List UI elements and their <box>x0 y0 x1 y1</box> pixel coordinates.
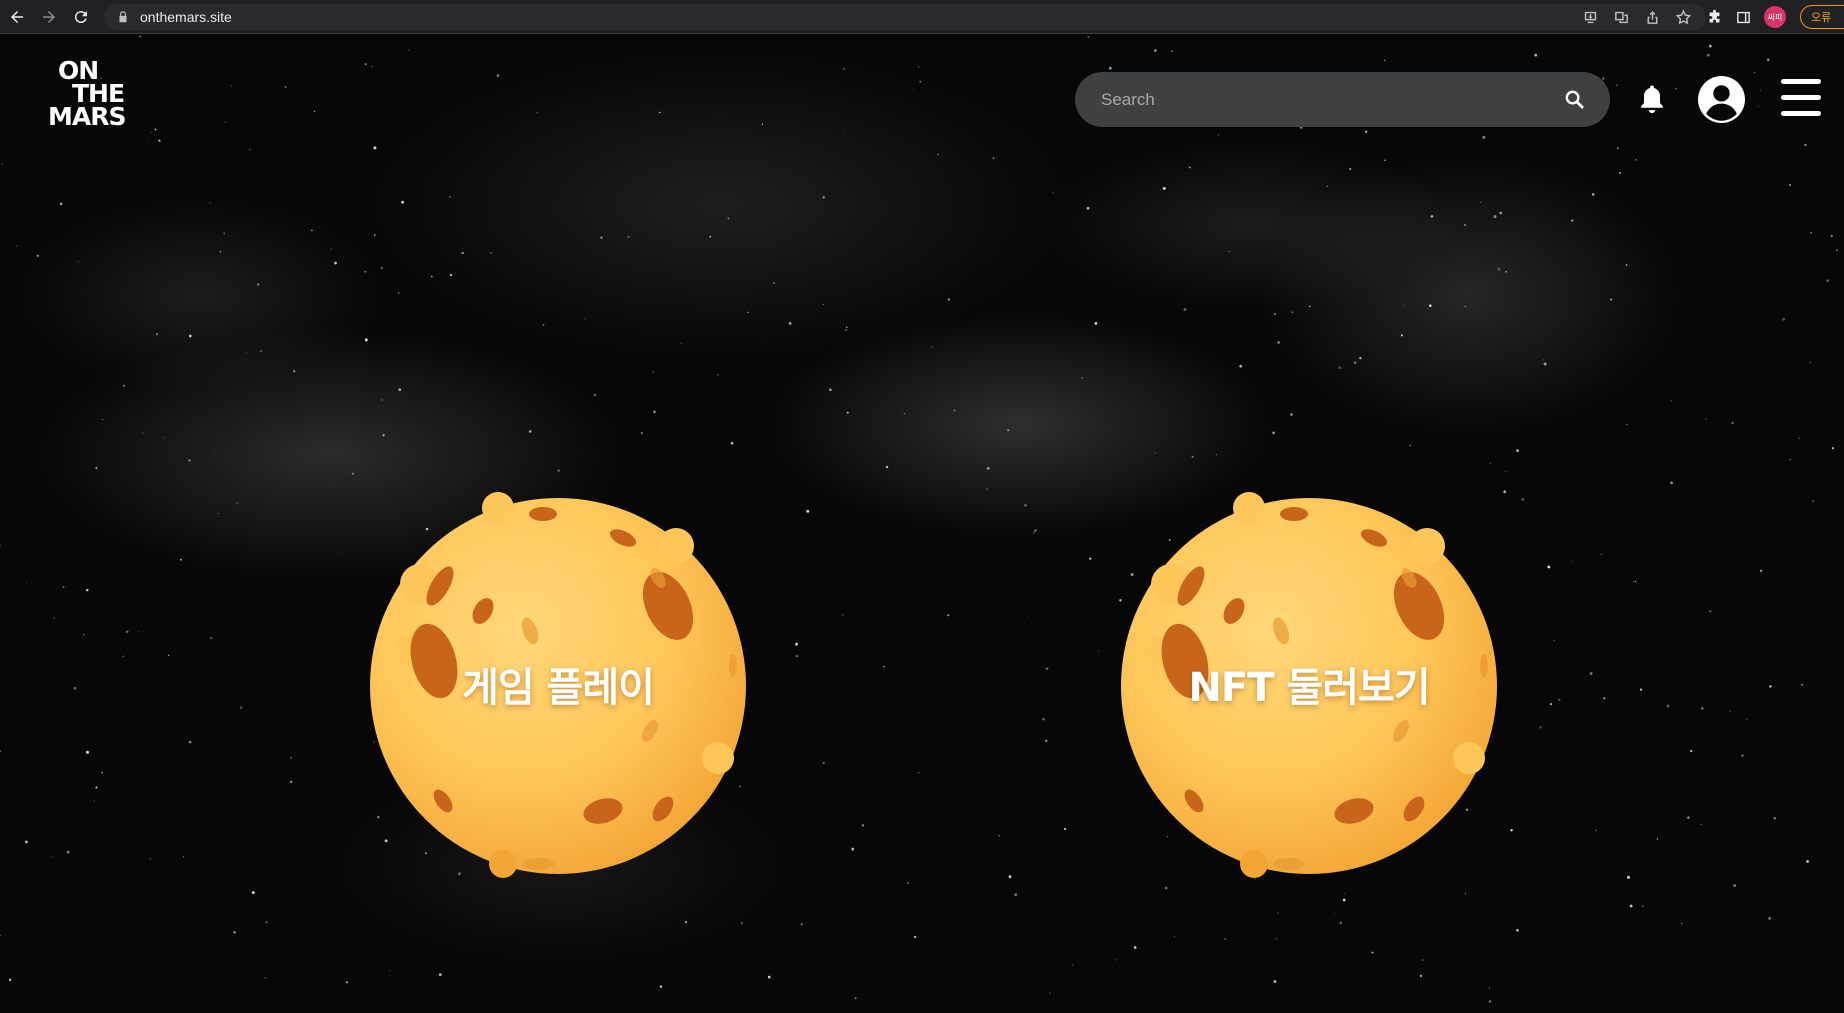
starfield <box>0 35 1839 1003</box>
address-bar[interactable]: onthemars.site <box>104 4 1706 30</box>
extensions-icon[interactable] <box>1706 9 1723 26</box>
page-background: ON THE MARS Search 게임 플레이 NFT 둘러보기 <box>0 35 1844 1013</box>
notification-bell-icon[interactable] <box>1637 83 1667 115</box>
logo-line-mars: MARS <box>48 102 126 131</box>
back-button[interactable] <box>2 2 32 32</box>
game-play-label: 게임 플레이 <box>462 665 655 711</box>
forward-arrow-icon <box>43 10 55 23</box>
translate-icon[interactable] <box>1613 9 1630 26</box>
site-logo[interactable]: ON THE MARS <box>48 58 140 137</box>
back-arrow-icon <box>11 10 23 23</box>
profile-avatar[interactable]: 싸피 <box>1764 6 1786 28</box>
user-account-icon[interactable] <box>1697 75 1746 124</box>
search-input[interactable] <box>1101 72 1541 127</box>
forward-button[interactable] <box>34 2 64 32</box>
search-bar <box>1075 72 1610 127</box>
nft-browse-label: NFT 둘러보기 <box>1188 665 1430 711</box>
hamburger-menu-icon[interactable] <box>1781 79 1821 117</box>
side-panel-icon[interactable] <box>1735 9 1752 26</box>
share-icon[interactable] <box>1644 9 1661 26</box>
url-text: onthemars.site <box>140 9 232 25</box>
bookmark-star-icon[interactable] <box>1675 8 1692 26</box>
install-app-icon[interactable] <box>1582 9 1599 26</box>
browser-toolbar: onthemars.site 싸피 오류 <box>0 0 1844 34</box>
error-chip[interactable]: 오류 <box>1800 5 1844 29</box>
lock-icon <box>119 11 127 23</box>
nft-browse-button[interactable]: NFT 둘러보기 <box>1099 466 1519 886</box>
search-icon[interactable] <box>1563 88 1586 111</box>
reload-icon <box>74 10 87 23</box>
game-play-button[interactable]: 게임 플레이 <box>348 466 768 886</box>
reload-button[interactable] <box>66 2 96 32</box>
